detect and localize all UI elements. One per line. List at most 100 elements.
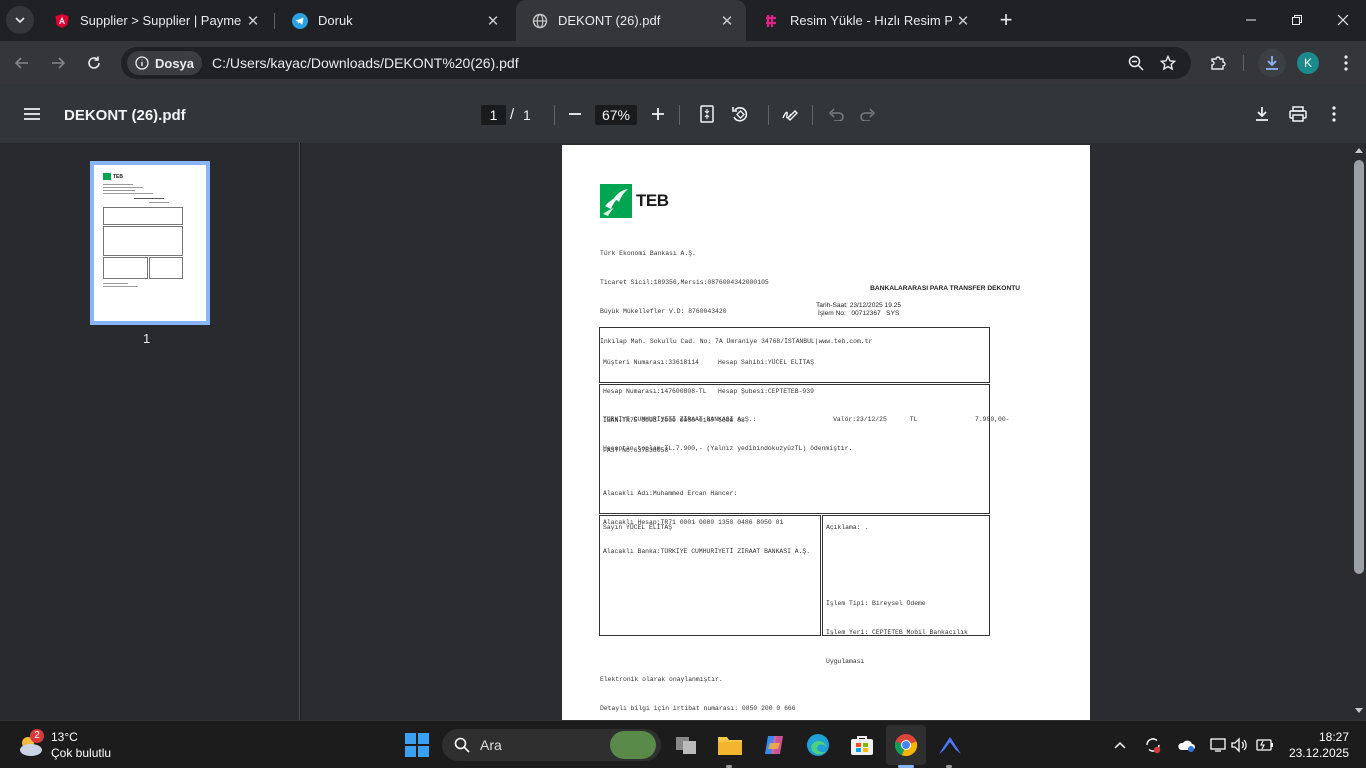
tab-title: Resim Yükle - Hızlı Resim Paylaş <box>790 13 952 28</box>
angular-icon <box>54 13 70 29</box>
folder-icon <box>718 737 742 755</box>
store-button[interactable] <box>846 729 878 761</box>
scrollbar-thumb[interactable] <box>1354 160 1364 574</box>
close-icon[interactable]: ✕ <box>952 10 974 32</box>
thumb-line <box>134 198 164 199</box>
extensions-button[interactable] <box>1204 49 1232 77</box>
teb-logo-icon <box>600 184 632 218</box>
rotate-button[interactable] <box>725 99 755 129</box>
zoom-level-input[interactable]: 67% <box>595 105 637 125</box>
edge-button[interactable] <box>802 729 834 761</box>
annotate-button[interactable] <box>775 99 805 129</box>
plus-icon: + <box>999 7 1013 32</box>
resim-icon <box>764 13 780 29</box>
cloud-icon <box>1178 740 1195 752</box>
thumb-box <box>149 257 183 279</box>
redo-button[interactable] <box>853 99 883 129</box>
download-icon <box>1256 107 1268 121</box>
page-number-input[interactable]: 1 <box>481 105 506 125</box>
fit-page-button[interactable] <box>692 99 722 129</box>
zoom-button[interactable] <box>1122 49 1150 77</box>
pdf-title: DEKONT (26).pdf <box>64 107 186 124</box>
page-total: 1 <box>523 107 531 123</box>
display-icon[interactable] <box>1208 735 1228 755</box>
weather-desc: Çok bulutlu <box>51 746 112 760</box>
copilot-button[interactable] <box>758 729 790 761</box>
plus-icon <box>652 108 664 120</box>
rotate-icon <box>732 107 748 122</box>
site-info-chip[interactable]: Dosya <box>127 51 203 75</box>
volume-icon[interactable] <box>1230 735 1250 755</box>
battery-icon-svg <box>1256 739 1273 751</box>
minimize-button[interactable] <box>1228 0 1274 40</box>
restore-button[interactable] <box>1274 0 1320 40</box>
more-actions-button[interactable] <box>1319 99 1349 129</box>
close-icon[interactable]: ✕ <box>482 10 504 32</box>
file-explorer-button[interactable] <box>714 729 746 761</box>
site-info-label: Dosya <box>155 55 195 71</box>
taskbar-search[interactable]: Ara <box>442 729 661 761</box>
thumb-line <box>103 187 143 188</box>
tab-dekont[interactable]: DEKONT (26).pdf ✕ <box>516 0 746 41</box>
tab-search-button[interactable] <box>6 6 34 34</box>
zoom-out-button[interactable] <box>560 99 590 129</box>
more-vert-icon <box>1344 55 1348 71</box>
print-icon <box>1289 106 1307 122</box>
undo-button[interactable] <box>821 99 851 129</box>
chrome-button[interactable] <box>886 725 926 765</box>
new-tab-button[interactable]: + <box>992 0 1020 40</box>
thumb-box <box>103 226 183 256</box>
sync-icon[interactable] <box>1143 735 1163 755</box>
profile-button[interactable]: K <box>1294 49 1322 77</box>
reload-button[interactable] <box>80 49 108 77</box>
footer-line: Elektronik olarak onaylanmıştır. <box>600 675 723 683</box>
toolbar-divider <box>768 105 769 125</box>
footer-line: Detaylı bilgi için irtibat numarası: 085… <box>600 704 796 712</box>
tab-resim-yukle[interactable]: Resim Yükle - Hızlı Resim Paylaş ✕ <box>748 0 982 41</box>
tray-overflow-button[interactable] <box>1110 735 1130 755</box>
back-button[interactable] <box>8 49 36 77</box>
arrow-right-icon <box>52 57 66 69</box>
telegram-icon <box>292 12 308 29</box>
document-title: BANKALARARASI PARA TRANSFER DEKONTU <box>870 285 1020 292</box>
app-button[interactable] <box>934 729 966 761</box>
tab-title: Supplier > Supplier | Payment C <box>80 13 242 28</box>
tab-supplier[interactable]: Supplier > Supplier | Payment C ✕ <box>38 0 272 41</box>
menu-button[interactable] <box>1332 49 1360 77</box>
clock-time[interactable]: 18:27 <box>1289 730 1349 744</box>
onedrive-icon[interactable] <box>1176 735 1196 755</box>
forward-button[interactable] <box>44 49 72 77</box>
bookmark-button[interactable] <box>1154 49 1182 77</box>
pdf-page: TEB Türk Ekonomi Bankası A.Ş. Ticaret Si… <box>562 145 1090 720</box>
battery-icon[interactable] <box>1255 735 1275 755</box>
scroll-up-icon[interactable] <box>1355 147 1363 153</box>
sidebar-toggle-button[interactable] <box>17 99 47 129</box>
scroll-down-icon[interactable] <box>1355 708 1363 714</box>
customer-box: Müşteri Numarası:33618114 Hesap Sahibi:Y… <box>599 327 990 454</box>
task-view-button[interactable] <box>670 729 702 761</box>
minus-icon <box>569 113 581 115</box>
close-icon[interactable]: ✕ <box>716 10 738 32</box>
description-box: Açıklama: . İşlem Tipi: Bireysel Ödeme İ… <box>822 515 990 665</box>
tab-doruk[interactable]: Doruk ✕ <box>276 0 512 41</box>
close-icon[interactable]: ✕ <box>242 10 264 32</box>
downloads-button[interactable] <box>1258 49 1286 77</box>
store-icon <box>851 736 873 755</box>
address-bar[interactable]: Dosya C:/Users/kayac/Downloads/DEKONT%20… <box>121 47 1191 79</box>
transfer-line: TÜRKİYE CUMHURİYETİ ZİRAAT BANKASI A.Ş.:… <box>603 415 1010 423</box>
windows-icon <box>405 733 429 757</box>
weather-widget[interactable]: 2 <box>14 729 46 761</box>
start-button[interactable] <box>401 729 433 761</box>
scrollbar[interactable] <box>1352 143 1366 720</box>
page-thumbnail[interactable]: TEB <box>90 161 210 325</box>
print-button[interactable] <box>1283 99 1313 129</box>
close-window-button[interactable] <box>1320 0 1366 40</box>
zoom-in-button[interactable] <box>643 99 673 129</box>
download-icon <box>1266 56 1278 70</box>
toolbar-divider <box>1243 55 1244 71</box>
avatar: K <box>1297 52 1319 74</box>
pdf-viewer[interactable]: TEB Türk Ekonomi Bankası A.Ş. Ticaret Si… <box>301 143 1366 720</box>
download-button[interactable] <box>1247 99 1277 129</box>
description-line: İşlem Yeri: CEPTETEB Mobil Bankacılık <box>826 628 968 636</box>
clock-date[interactable]: 23.12.2025 <box>1279 746 1349 760</box>
